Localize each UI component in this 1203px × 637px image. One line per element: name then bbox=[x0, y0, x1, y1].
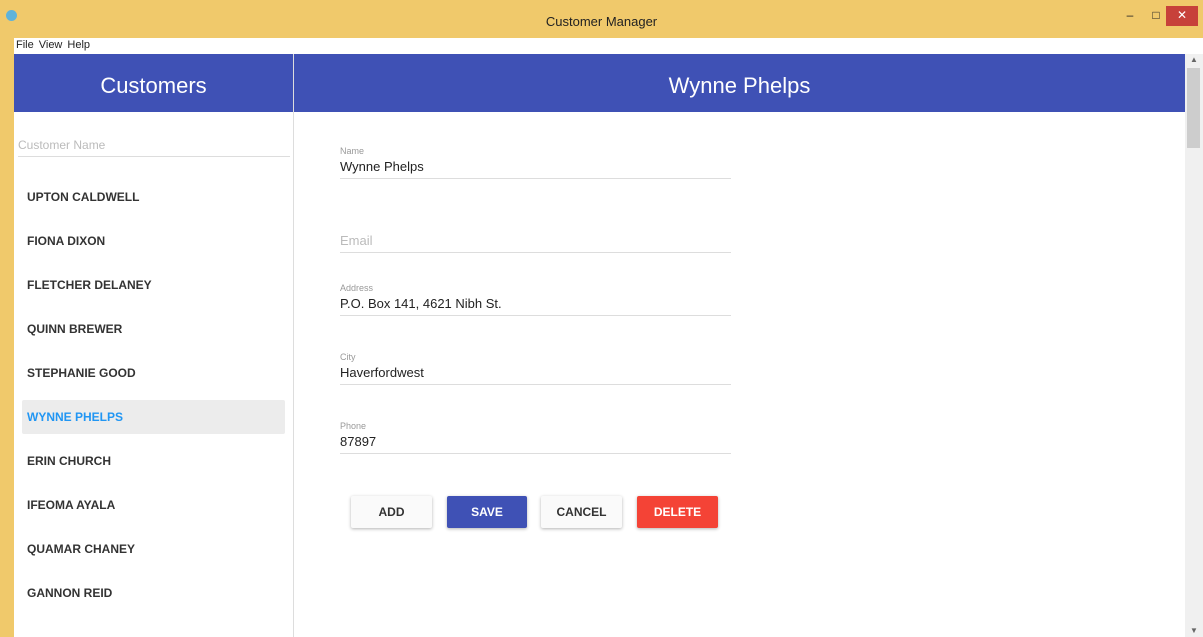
name-label: Name bbox=[340, 146, 365, 156]
menu-bar: File View Help bbox=[14, 38, 1203, 54]
customer-item[interactable]: GANNON REID bbox=[22, 576, 285, 610]
customer-detail-pane: Wynne Phelps Name Wynne Phelps Email Add… bbox=[294, 54, 1185, 637]
customer-item[interactable]: STEPHANIE GOOD bbox=[22, 356, 285, 390]
vertical-scrollbar[interactable]: ▲ ▼ bbox=[1185, 54, 1203, 637]
customer-item[interactable]: ERIN CHURCH bbox=[22, 444, 285, 478]
email-field[interactable]: Email bbox=[340, 232, 731, 253]
add-button[interactable]: ADD bbox=[351, 496, 432, 528]
customer-detail-header: Wynne Phelps bbox=[294, 54, 1185, 112]
customer-item-selected[interactable]: WYNNE PHELPS bbox=[22, 400, 285, 434]
phone-field[interactable]: Phone 87897 bbox=[340, 421, 731, 454]
customers-pane: Customers Customer Name UPTON CALDWELL F… bbox=[14, 54, 294, 637]
delete-button[interactable]: DELETE bbox=[637, 496, 718, 528]
phone-label: Phone bbox=[340, 421, 367, 431]
name-value[interactable]: Wynne Phelps bbox=[340, 158, 731, 178]
maximize-button[interactable]: □ bbox=[1146, 6, 1166, 26]
minimize-button[interactable]: – bbox=[1120, 6, 1140, 26]
city-value[interactable]: Haverfordwest bbox=[340, 364, 731, 384]
customer-item[interactable]: QUAMAR CHANEY bbox=[22, 532, 285, 566]
address-value[interactable]: P.O. Box 141, 4621 Nibh St. bbox=[340, 295, 731, 315]
scroll-down-icon[interactable]: ▼ bbox=[1185, 625, 1203, 637]
customer-item[interactable]: QUINN BREWER bbox=[22, 312, 285, 346]
save-button[interactable]: SAVE bbox=[447, 496, 527, 528]
city-label: City bbox=[340, 352, 356, 362]
window-title: Customer Manager bbox=[545, 14, 658, 29]
customer-item[interactable]: IFEOMA AYALA bbox=[22, 488, 285, 522]
customer-item[interactable]: UPTON CALDWELL bbox=[22, 180, 285, 214]
address-field[interactable]: Address P.O. Box 141, 4621 Nibh St. bbox=[340, 283, 731, 316]
scroll-up-icon[interactable]: ▲ bbox=[1185, 54, 1203, 66]
cancel-button[interactable]: CANCEL bbox=[541, 496, 622, 528]
name-field[interactable]: Name Wynne Phelps bbox=[340, 146, 731, 179]
phone-value[interactable]: 87897 bbox=[340, 433, 731, 453]
close-button[interactable]: ✕ bbox=[1166, 6, 1198, 26]
email-placeholder[interactable]: Email bbox=[340, 232, 731, 252]
customer-item[interactable]: FLETCHER DELANEY bbox=[22, 268, 285, 302]
title-bar[interactable]: Customer Manager – □ ✕ bbox=[0, 0, 1203, 38]
customer-list: UPTON CALDWELL FIONA DIXON FLETCHER DELA… bbox=[22, 180, 285, 620]
menu-help[interactable]: Help bbox=[65, 38, 93, 52]
scroll-thumb[interactable] bbox=[1187, 68, 1200, 148]
menu-view[interactable]: View bbox=[37, 38, 66, 52]
customers-header: Customers bbox=[14, 54, 293, 112]
city-field[interactable]: City Haverfordwest bbox=[340, 352, 731, 385]
address-label: Address bbox=[340, 283, 374, 293]
customer-search-input[interactable]: Customer Name bbox=[18, 136, 290, 157]
menu-file[interactable]: File bbox=[14, 38, 37, 52]
customer-item[interactable]: FIONA DIXON bbox=[22, 224, 285, 258]
